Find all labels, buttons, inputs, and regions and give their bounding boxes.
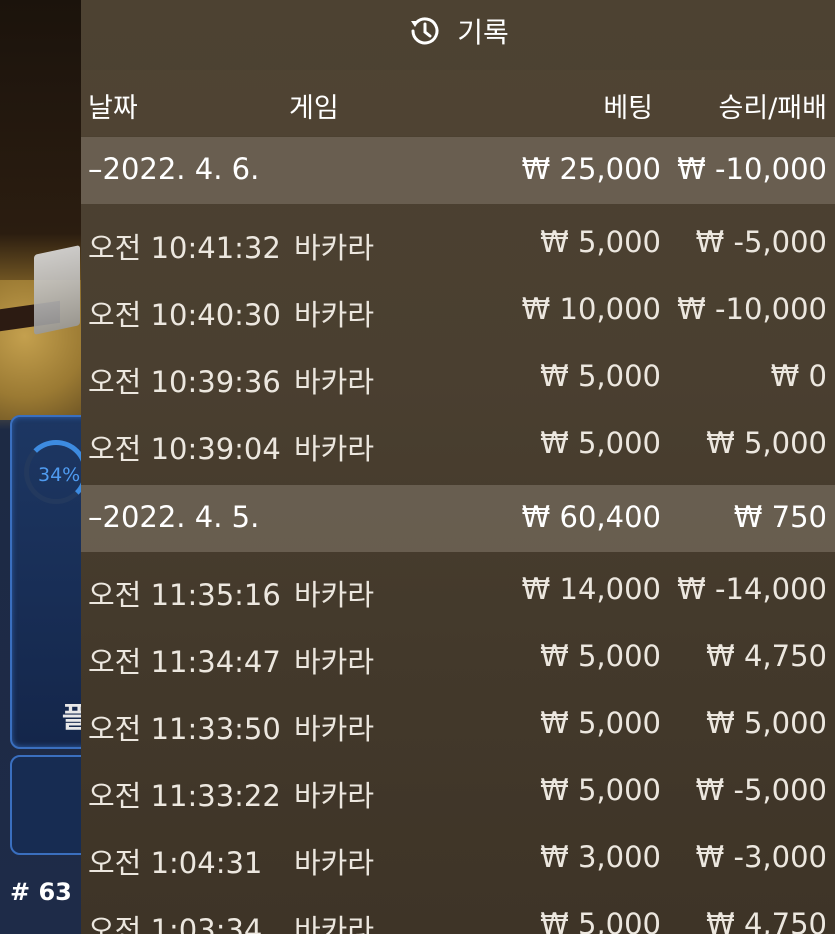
history-row[interactable]: 오전 10:39:04 바카라 ₩ 5,000 ₩ 5,000 <box>81 411 835 478</box>
row-game: 바카라 <box>294 365 375 399</box>
row-game: 바카라 <box>294 846 375 880</box>
row-bet: ₩ 5,000 <box>540 225 661 259</box>
row-result: ₩ -3,000 <box>695 840 827 874</box>
row-bet: ₩ 5,000 <box>540 639 661 673</box>
row-time: 오전 10:41:32 <box>88 231 281 265</box>
row-game: 바카라 <box>294 712 375 746</box>
row-time: 오전 10:39:04 <box>88 432 281 466</box>
row-bet: ₩ 14,000 <box>521 572 661 606</box>
history-row[interactable]: 오전 10:39:36 바카라 ₩ 5,000 ₩ 0 <box>81 344 835 411</box>
history-icon <box>411 17 439 45</box>
row-bet: ₩ 3,000 <box>540 840 661 874</box>
row-game: 바카라 <box>294 913 375 934</box>
row-bet: ₩ 5,000 <box>540 773 661 807</box>
col-result: 승리/패배 <box>718 93 827 124</box>
row-game: 바카라 <box>294 432 375 466</box>
row-time: 오전 1:03:34 <box>88 913 263 934</box>
date-group-row[interactable]: –2022. 4. 5. ₩ 60,400 ₩ 750 <box>81 485 835 552</box>
row-result: ₩ 0 <box>770 359 827 393</box>
history-row[interactable]: 오전 1:04:31 바카라 ₩ 3,000 ₩ -3,000 <box>81 825 835 892</box>
round-number: # 63 <box>10 878 72 906</box>
row-time: 오전 1:04:31 <box>88 846 263 880</box>
row-bet: ₩ 5,000 <box>540 426 661 460</box>
row-time: 오전 11:35:16 <box>88 578 281 612</box>
history-row[interactable]: 오전 11:33:22 바카라 ₩ 5,000 ₩ -5,000 <box>81 758 835 825</box>
row-bet: ₩ 10,000 <box>521 292 661 326</box>
group-date: –2022. 4. 6. <box>88 152 260 186</box>
history-row[interactable]: 오전 1:03:34 바카라 ₩ 5,000 ₩ 4,750 <box>81 892 835 934</box>
row-time: 오전 10:39:36 <box>88 365 281 399</box>
history-row[interactable]: 오전 11:35:16 바카라 ₩ 14,000 ₩ -14,000 <box>81 557 835 624</box>
history-row[interactable]: 오전 10:41:32 바카라 ₩ 5,000 ₩ -5,000 <box>81 210 835 277</box>
row-bet: ₩ 5,000 <box>540 706 661 740</box>
row-bet: ₩ 5,000 <box>540 359 661 393</box>
row-time: 오전 11:34:47 <box>88 645 281 679</box>
row-time: 오전 11:33:22 <box>88 779 281 813</box>
col-date: 날짜 <box>88 93 138 124</box>
panel-label: 플 <box>62 701 82 734</box>
history-row[interactable]: 오전 11:34:47 바카라 ₩ 5,000 ₩ 4,750 <box>81 624 835 691</box>
row-game: 바카라 <box>294 298 375 332</box>
row-result: ₩ 5,000 <box>706 706 827 740</box>
group-bet-total: ₩ 25,000 <box>521 152 661 186</box>
group-bet-total: ₩ 60,400 <box>521 500 661 534</box>
row-time: 오전 11:33:50 <box>88 712 281 746</box>
game-background: 34% 플 # 63 <box>0 0 82 934</box>
col-bet: 베팅 <box>603 93 653 124</box>
group-result-total: ₩ 750 <box>733 500 827 534</box>
history-title: 기록 <box>457 16 509 49</box>
group-date: –2022. 4. 5. <box>88 500 260 534</box>
row-bet: ₩ 5,000 <box>540 907 661 934</box>
action-panel[interactable] <box>10 755 82 855</box>
row-game: 바카라 <box>294 578 375 612</box>
row-game: 바카라 <box>294 645 375 679</box>
row-time: 오전 10:40:30 <box>88 298 281 332</box>
history-row[interactable]: 오전 10:40:30 바카라 ₩ 10,000 ₩ -10,000 <box>81 277 835 344</box>
history-row[interactable]: 오전 11:33:50 바카라 ₩ 5,000 ₩ 5,000 <box>81 691 835 758</box>
row-result: ₩ 4,750 <box>706 639 827 673</box>
row-result: ₩ -5,000 <box>695 225 827 259</box>
row-game: 바카라 <box>294 231 375 265</box>
date-group-row[interactable]: –2022. 4. 6. ₩ 25,000 ₩ -10,000 <box>81 137 835 204</box>
history-panel: 기록 날짜 게임 베팅 승리/패배 –2022. 4. 6. ₩ 25,000 … <box>81 0 835 934</box>
column-header: 날짜 게임 베팅 승리/패배 <box>81 70 835 136</box>
col-game: 게임 <box>289 93 339 124</box>
row-result: ₩ 4,750 <box>706 907 827 934</box>
history-header: 기록 <box>81 0 835 62</box>
card-shoe <box>34 245 80 335</box>
progress-text: 34% <box>38 464 81 486</box>
row-result: ₩ -10,000 <box>677 292 827 326</box>
row-game: 바카라 <box>294 779 375 813</box>
row-result: ₩ -14,000 <box>677 572 827 606</box>
group-result-total: ₩ -10,000 <box>677 152 827 186</box>
row-result: ₩ 5,000 <box>706 426 827 460</box>
row-result: ₩ -5,000 <box>695 773 827 807</box>
